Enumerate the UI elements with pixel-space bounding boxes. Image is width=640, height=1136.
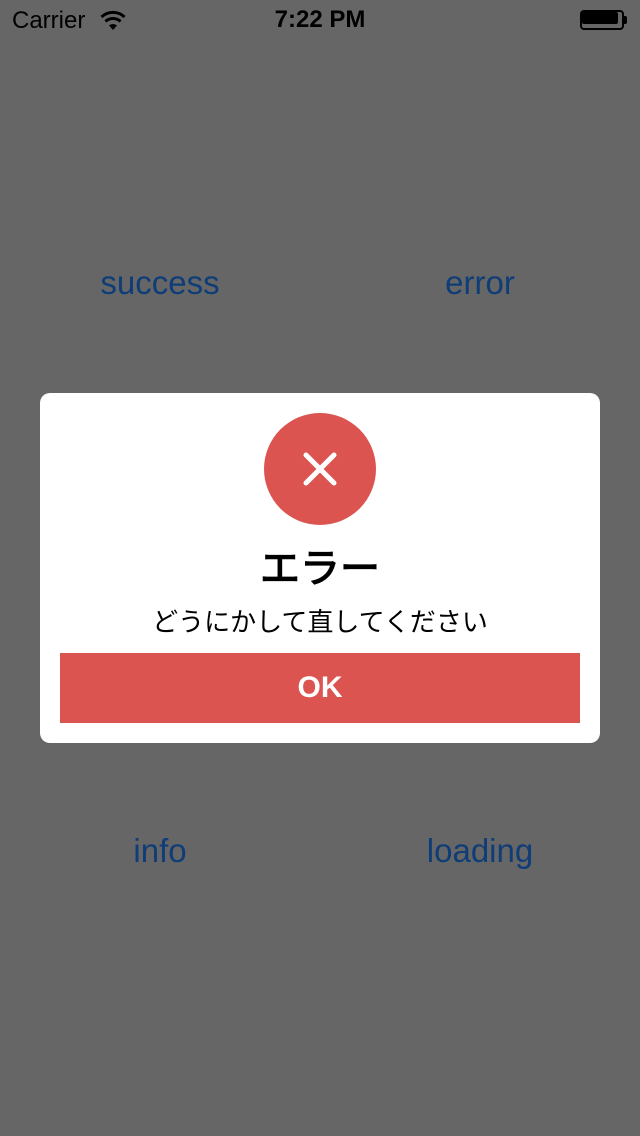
ok-button[interactable]: OK — [60, 653, 580, 723]
battery-icon — [580, 10, 628, 30]
success-button[interactable]: success — [0, 264, 320, 302]
dialog-message: どうにかして直してください — [152, 608, 488, 638]
info-button[interactable]: info — [0, 832, 320, 870]
error-icon-circle — [264, 413, 376, 525]
dialog-title: エラー — [260, 546, 380, 592]
status-bar: Carrier 7:22 PM — [0, 0, 640, 40]
close-icon — [303, 452, 337, 486]
clock-time: 7:22 PM — [274, 6, 366, 33]
error-button[interactable]: error — [320, 264, 640, 302]
error-alert-dialog: エラー どうにかして直してください OK — [40, 393, 600, 743]
loading-button[interactable]: loading — [320, 832, 640, 870]
